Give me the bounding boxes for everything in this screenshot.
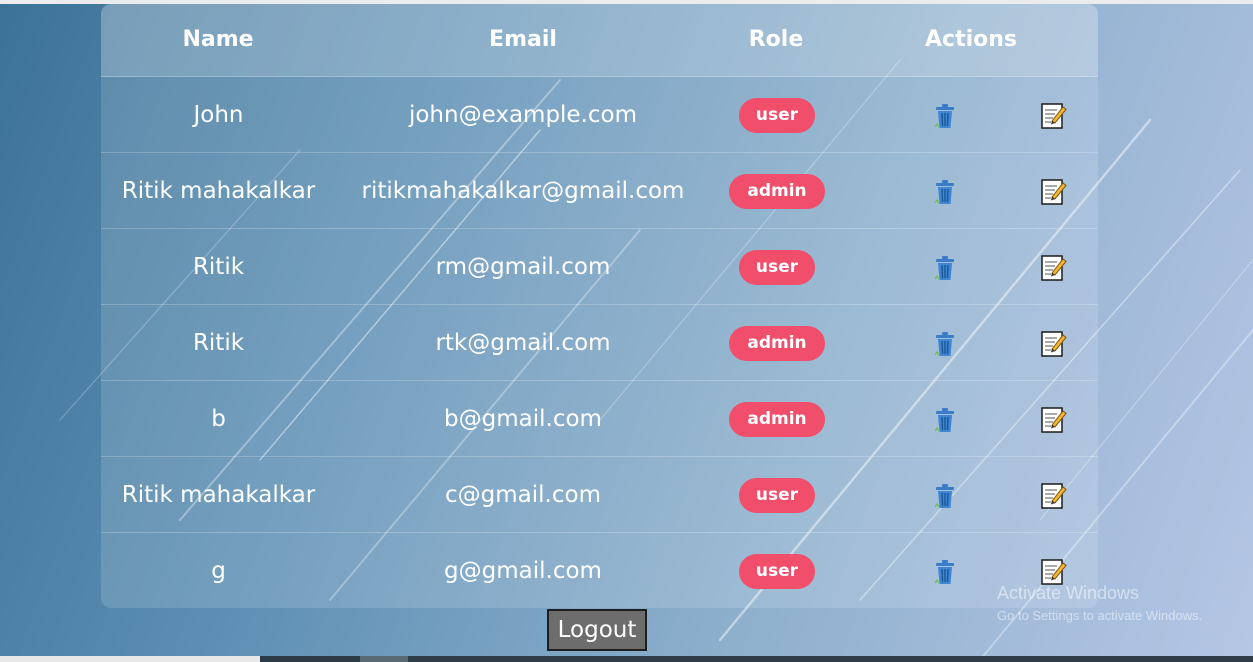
cell-name: Ritik <box>192 330 245 356</box>
watermark-title: Activate Windows <box>997 583 1140 603</box>
header-actions: Actions <box>925 27 1017 52</box>
table-row: Ritik mahakalkar ritikmahakalkar@gmail.co… <box>101 153 1098 229</box>
taskbar-item[interactable] <box>260 656 360 662</box>
trash-icon[interactable] <box>930 557 960 587</box>
edit-icon[interactable] <box>1038 405 1068 435</box>
trash-icon[interactable] <box>930 101 960 131</box>
role-badge: admin <box>729 174 825 209</box>
trash-icon[interactable] <box>930 177 960 207</box>
header-role: Role <box>748 27 804 52</box>
table-row: b b@gmail.com admin <box>101 381 1098 457</box>
taskbar-strip <box>408 656 1253 662</box>
edit-icon[interactable] <box>1038 101 1068 131</box>
trash-icon[interactable] <box>930 405 960 435</box>
role-badge: user <box>739 554 815 589</box>
edit-icon[interactable] <box>1038 253 1068 283</box>
cell-name: Ritik mahakalkar <box>121 178 316 204</box>
cell-name: Ritik mahakalkar <box>121 482 316 508</box>
header-name: Name <box>182 27 254 52</box>
watermark-subtitle: Go to Settings to activate Windows. <box>997 608 1203 623</box>
table-row: Ritik rm@gmail.com user <box>101 229 1098 305</box>
cell-email: ritikmahakalkar@gmail.com <box>361 178 685 204</box>
edit-icon[interactable] <box>1038 329 1068 359</box>
table-row: Ritik mahakalkar c@gmail.com user <box>101 457 1098 533</box>
role-badge: admin <box>729 326 825 361</box>
cell-email: c@gmail.com <box>445 482 601 508</box>
table-header: Name Email Role Actions <box>101 4 1098 77</box>
edit-icon[interactable] <box>1038 481 1068 511</box>
activate-windows-watermark: Activate Windows Go to Settings to activ… <box>997 582 1202 625</box>
role-badge: user <box>739 250 815 285</box>
taskbar-item[interactable] <box>360 656 408 662</box>
role-badge: user <box>739 98 815 133</box>
users-table: Name Email Role Actions John john@example… <box>101 4 1098 608</box>
role-badge: admin <box>729 402 825 437</box>
cell-name: b <box>211 406 226 432</box>
cell-email: rtk@gmail.com <box>435 330 611 356</box>
trash-icon[interactable] <box>930 253 960 283</box>
table-row: John john@example.com user <box>101 77 1098 153</box>
cell-email: rm@gmail.com <box>435 254 611 280</box>
cell-email: john@example.com <box>408 102 638 128</box>
role-badge: user <box>739 478 815 513</box>
cell-name: Ritik <box>192 254 245 280</box>
table-row: g g@gmail.com user <box>101 533 1098 608</box>
header-email: Email <box>489 27 557 52</box>
trash-icon[interactable] <box>930 481 960 511</box>
cell-email: b@gmail.com <box>444 406 602 432</box>
cell-email: g@gmail.com <box>444 558 602 584</box>
table-row: Ritik rtk@gmail.com admin <box>101 305 1098 381</box>
cell-name: John <box>193 102 244 128</box>
logout-button[interactable]: Logout <box>547 609 647 651</box>
trash-icon[interactable] <box>930 329 960 359</box>
edit-icon[interactable] <box>1038 177 1068 207</box>
taskbar <box>0 656 1253 662</box>
cell-name: g <box>211 558 226 584</box>
